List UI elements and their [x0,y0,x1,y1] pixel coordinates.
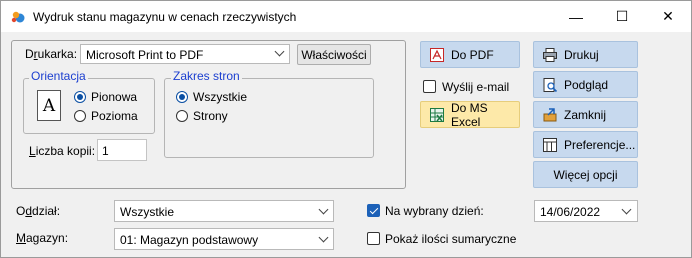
close-label: Zamknij [564,107,607,122]
date-picker[interactable]: 14/06/2022 [534,200,638,222]
branch-select[interactable]: Wszystkie [114,200,334,222]
preferences-button[interactable]: Preferencje... [533,131,638,158]
send-email-label[interactable]: Wyślij e-mail [442,80,509,94]
copies-value: 1 [102,144,109,158]
excel-icon [430,107,444,122]
close-button[interactable]: Zamknij [533,101,638,128]
preferences-label: Preferencje... [564,137,636,152]
page-range-all-label[interactable]: Wszystkie [193,90,247,104]
branch-label: Oddział: [16,204,61,218]
chevron-down-icon[interactable] [621,204,632,215]
copies-label: Liczba kopii: [29,144,96,158]
portrait-page-icon: A [37,90,61,121]
printer-select-value: Microsoft Print to PDF [86,48,204,62]
print-label: Drukuj [564,47,599,62]
pdf-icon [430,47,444,62]
exit-door-icon [543,107,557,121]
printer-icon [543,47,557,62]
window-title: Wydruk stanu magazynu w cenach rzeczywis… [33,10,297,24]
chevron-down-icon [318,204,329,215]
orientation-legend: Orientacja [29,69,88,83]
send-email-checkbox[interactable] [423,80,436,93]
close-icon: ✕ [662,8,674,24]
print-preview-icon [543,77,558,92]
orientation-landscape-label[interactable]: Pozioma [91,109,138,123]
export-excel-button[interactable]: Do MS Excel [420,100,520,129]
chevron-down-icon [318,232,329,243]
print-button[interactable]: Drukuj [533,41,638,68]
copies-input[interactable]: 1 [97,139,147,161]
chevron-down-icon [274,46,285,57]
preferences-grid-icon [543,137,557,152]
on-selected-day-checkbox[interactable] [367,204,380,217]
warehouse-label: Magazyn: [16,231,69,245]
show-summary-checkbox[interactable] [367,232,380,245]
orientation-portrait-radio[interactable] [74,91,86,103]
close-window-button[interactable]: ✕ [645,1,691,32]
export-pdf-label: Do PDF [451,47,494,62]
orientation-landscape-radio[interactable] [74,110,86,122]
branch-select-value: Wszystkie [120,205,174,219]
show-summary-label[interactable]: Pokaż ilości sumaryczne [385,232,516,246]
printer-properties-button[interactable]: Właściwości [297,44,371,65]
export-pdf-button[interactable]: Do PDF [420,41,520,68]
printer-label: Drukarka: [25,47,78,61]
app-logo-icon [11,11,25,23]
more-options-label: Więcej opcji [553,167,618,182]
maximize-button[interactable]: ☐ [599,1,645,32]
export-excel-label: Do MS Excel [451,100,488,129]
dialog-body: Drukarka: Microsoft Print to PDF Właściw… [1,32,691,257]
maximize-icon: ☐ [615,8,629,24]
preview-label: Podgląd [564,77,609,92]
on-selected-day-label[interactable]: Na wybrany dzień: [385,204,484,218]
page-range-pages-label[interactable]: Strony [193,109,228,123]
minimize-button[interactable]: — [553,1,599,32]
printer-select[interactable]: Microsoft Print to PDF [80,44,290,64]
minimize-icon: — [569,8,583,25]
page-range-all-radio[interactable] [176,91,188,103]
warehouse-select-value: 01: Magazyn podstawowy [120,233,259,247]
more-options-button[interactable]: Więcej opcji [533,161,638,188]
orientation-portrait-label[interactable]: Pionowa [91,90,137,104]
page-range-pages-radio[interactable] [176,110,188,122]
preview-button[interactable]: Podgląd [533,71,638,98]
title-bar: Wydruk stanu magazynu w cenach rzeczywis… [1,1,691,32]
page-range-legend: Zakres stron [171,69,242,83]
dialog-window: Wydruk stanu magazynu w cenach rzeczywis… [0,0,692,258]
warehouse-select[interactable]: 01: Magazyn podstawowy [114,228,334,250]
date-value: 14/06/2022 [540,205,601,219]
